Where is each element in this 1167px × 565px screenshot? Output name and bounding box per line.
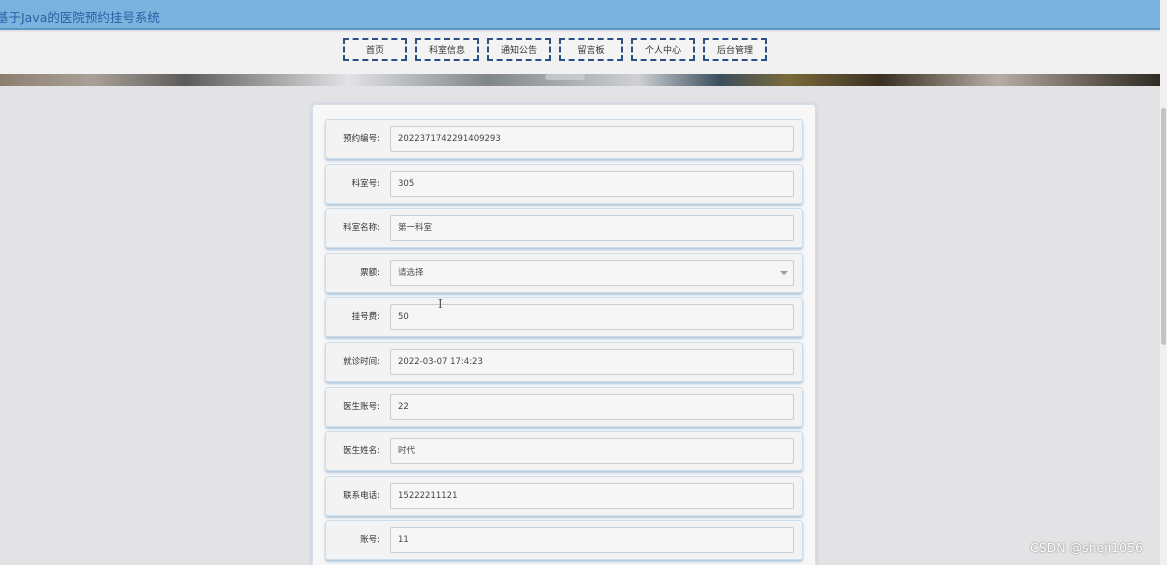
form-row: 预约编号: 2022371742291409293 xyxy=(325,119,803,159)
nav-announcements[interactable]: 通知公告 xyxy=(487,38,551,61)
site-title: 基于Java的医院预约挂号系统 xyxy=(0,10,160,25)
field-value: 时代 xyxy=(398,446,416,457)
chevron-down-icon xyxy=(780,270,788,275)
field-value: 第一科室 xyxy=(398,223,433,234)
field-value: 22 xyxy=(398,401,409,412)
page-scrollbar[interactable] xyxy=(1160,0,1167,565)
scrollbar-thumb[interactable] xyxy=(1161,108,1166,345)
field-label: 联系电话: xyxy=(343,490,380,501)
field-label: 医生姓名: xyxy=(343,446,380,457)
form-row: 医生账号: 22 xyxy=(325,386,803,427)
form-row: 就诊时间: 2022-03-07 17:4:23 xyxy=(325,342,803,382)
field-input[interactable]: 305 xyxy=(390,170,794,197)
field-value: 15222211121 xyxy=(398,490,458,501)
nav-department-info[interactable]: 科室信息 xyxy=(415,38,479,61)
field-label: 预约编号: xyxy=(343,134,380,144)
nav-message-board[interactable]: 留言板 xyxy=(559,38,623,61)
field-input[interactable]: 第一科室 xyxy=(390,215,794,242)
field-value: 请选择 xyxy=(398,267,424,278)
field-value: 11 xyxy=(398,535,409,546)
form-row: 医生姓名: 时代 xyxy=(325,431,803,472)
field-value: 305 xyxy=(398,178,415,189)
field-label: 医生账号: xyxy=(343,401,380,412)
field-label: 账号: xyxy=(360,535,380,546)
field-label: 科室名称: xyxy=(343,223,380,234)
watermark: CSDN @sheji1056 xyxy=(1030,540,1143,555)
header-bar: 基于Java的医院预约挂号系统 xyxy=(0,0,1160,30)
form-row: 票额: 请选择 xyxy=(325,252,803,293)
field-input[interactable]: 11 xyxy=(390,527,794,554)
ticket-select[interactable]: 请选择 xyxy=(390,259,794,286)
main-nav: 首页 科室信息 通知公告 留言板 个人中心 后台管理 xyxy=(343,38,767,61)
field-input[interactable]: 时代 xyxy=(390,438,794,465)
field-label: 就诊时间: xyxy=(343,357,380,367)
field-input[interactable]: 22 xyxy=(390,393,794,420)
appointment-form: 预约编号: 2022371742291409293 科室号: 305 科室名称: 第一科室… xyxy=(312,104,816,565)
page: 基于Java的医院预约挂号系统 首页 科室信息 通知公告 留言板 个人中心 后台管理 预约… xyxy=(0,0,1167,565)
nav-personal-center[interactable]: 个人中心 xyxy=(631,38,695,61)
nav-home[interactable]: 首页 xyxy=(343,38,407,61)
nav-strip: 首页 科室信息 通知公告 留言板 个人中心 后台管理 xyxy=(0,32,1160,74)
field-input[interactable]: 2022-03-07 17:4:23 xyxy=(390,349,794,375)
field-value: 50 xyxy=(398,312,409,323)
form-row: 挂号费: 50 xyxy=(325,297,803,338)
banner-decoration xyxy=(545,74,585,80)
field-input[interactable]: 2022371742291409293 xyxy=(390,126,794,152)
field-label: 票额: xyxy=(360,267,380,278)
field-value: 2022-03-07 17:4:23 xyxy=(398,357,483,367)
field-label: 科室号: xyxy=(351,178,380,189)
text-cursor-icon: I xyxy=(438,297,443,311)
field-input[interactable]: 15222211121 xyxy=(390,482,794,509)
form-row: 科室名称: 第一科室 xyxy=(325,208,803,249)
field-input[interactable]: 50 xyxy=(390,304,794,331)
form-row: 联系电话: 15222211121 xyxy=(325,475,803,516)
nav-admin[interactable]: 后台管理 xyxy=(703,38,767,61)
form-row: 科室号: 305 xyxy=(325,163,803,204)
form-row: 账号: 11 xyxy=(325,520,803,561)
field-label: 挂号费: xyxy=(351,312,380,323)
field-value: 2022371742291409293 xyxy=(398,134,501,144)
